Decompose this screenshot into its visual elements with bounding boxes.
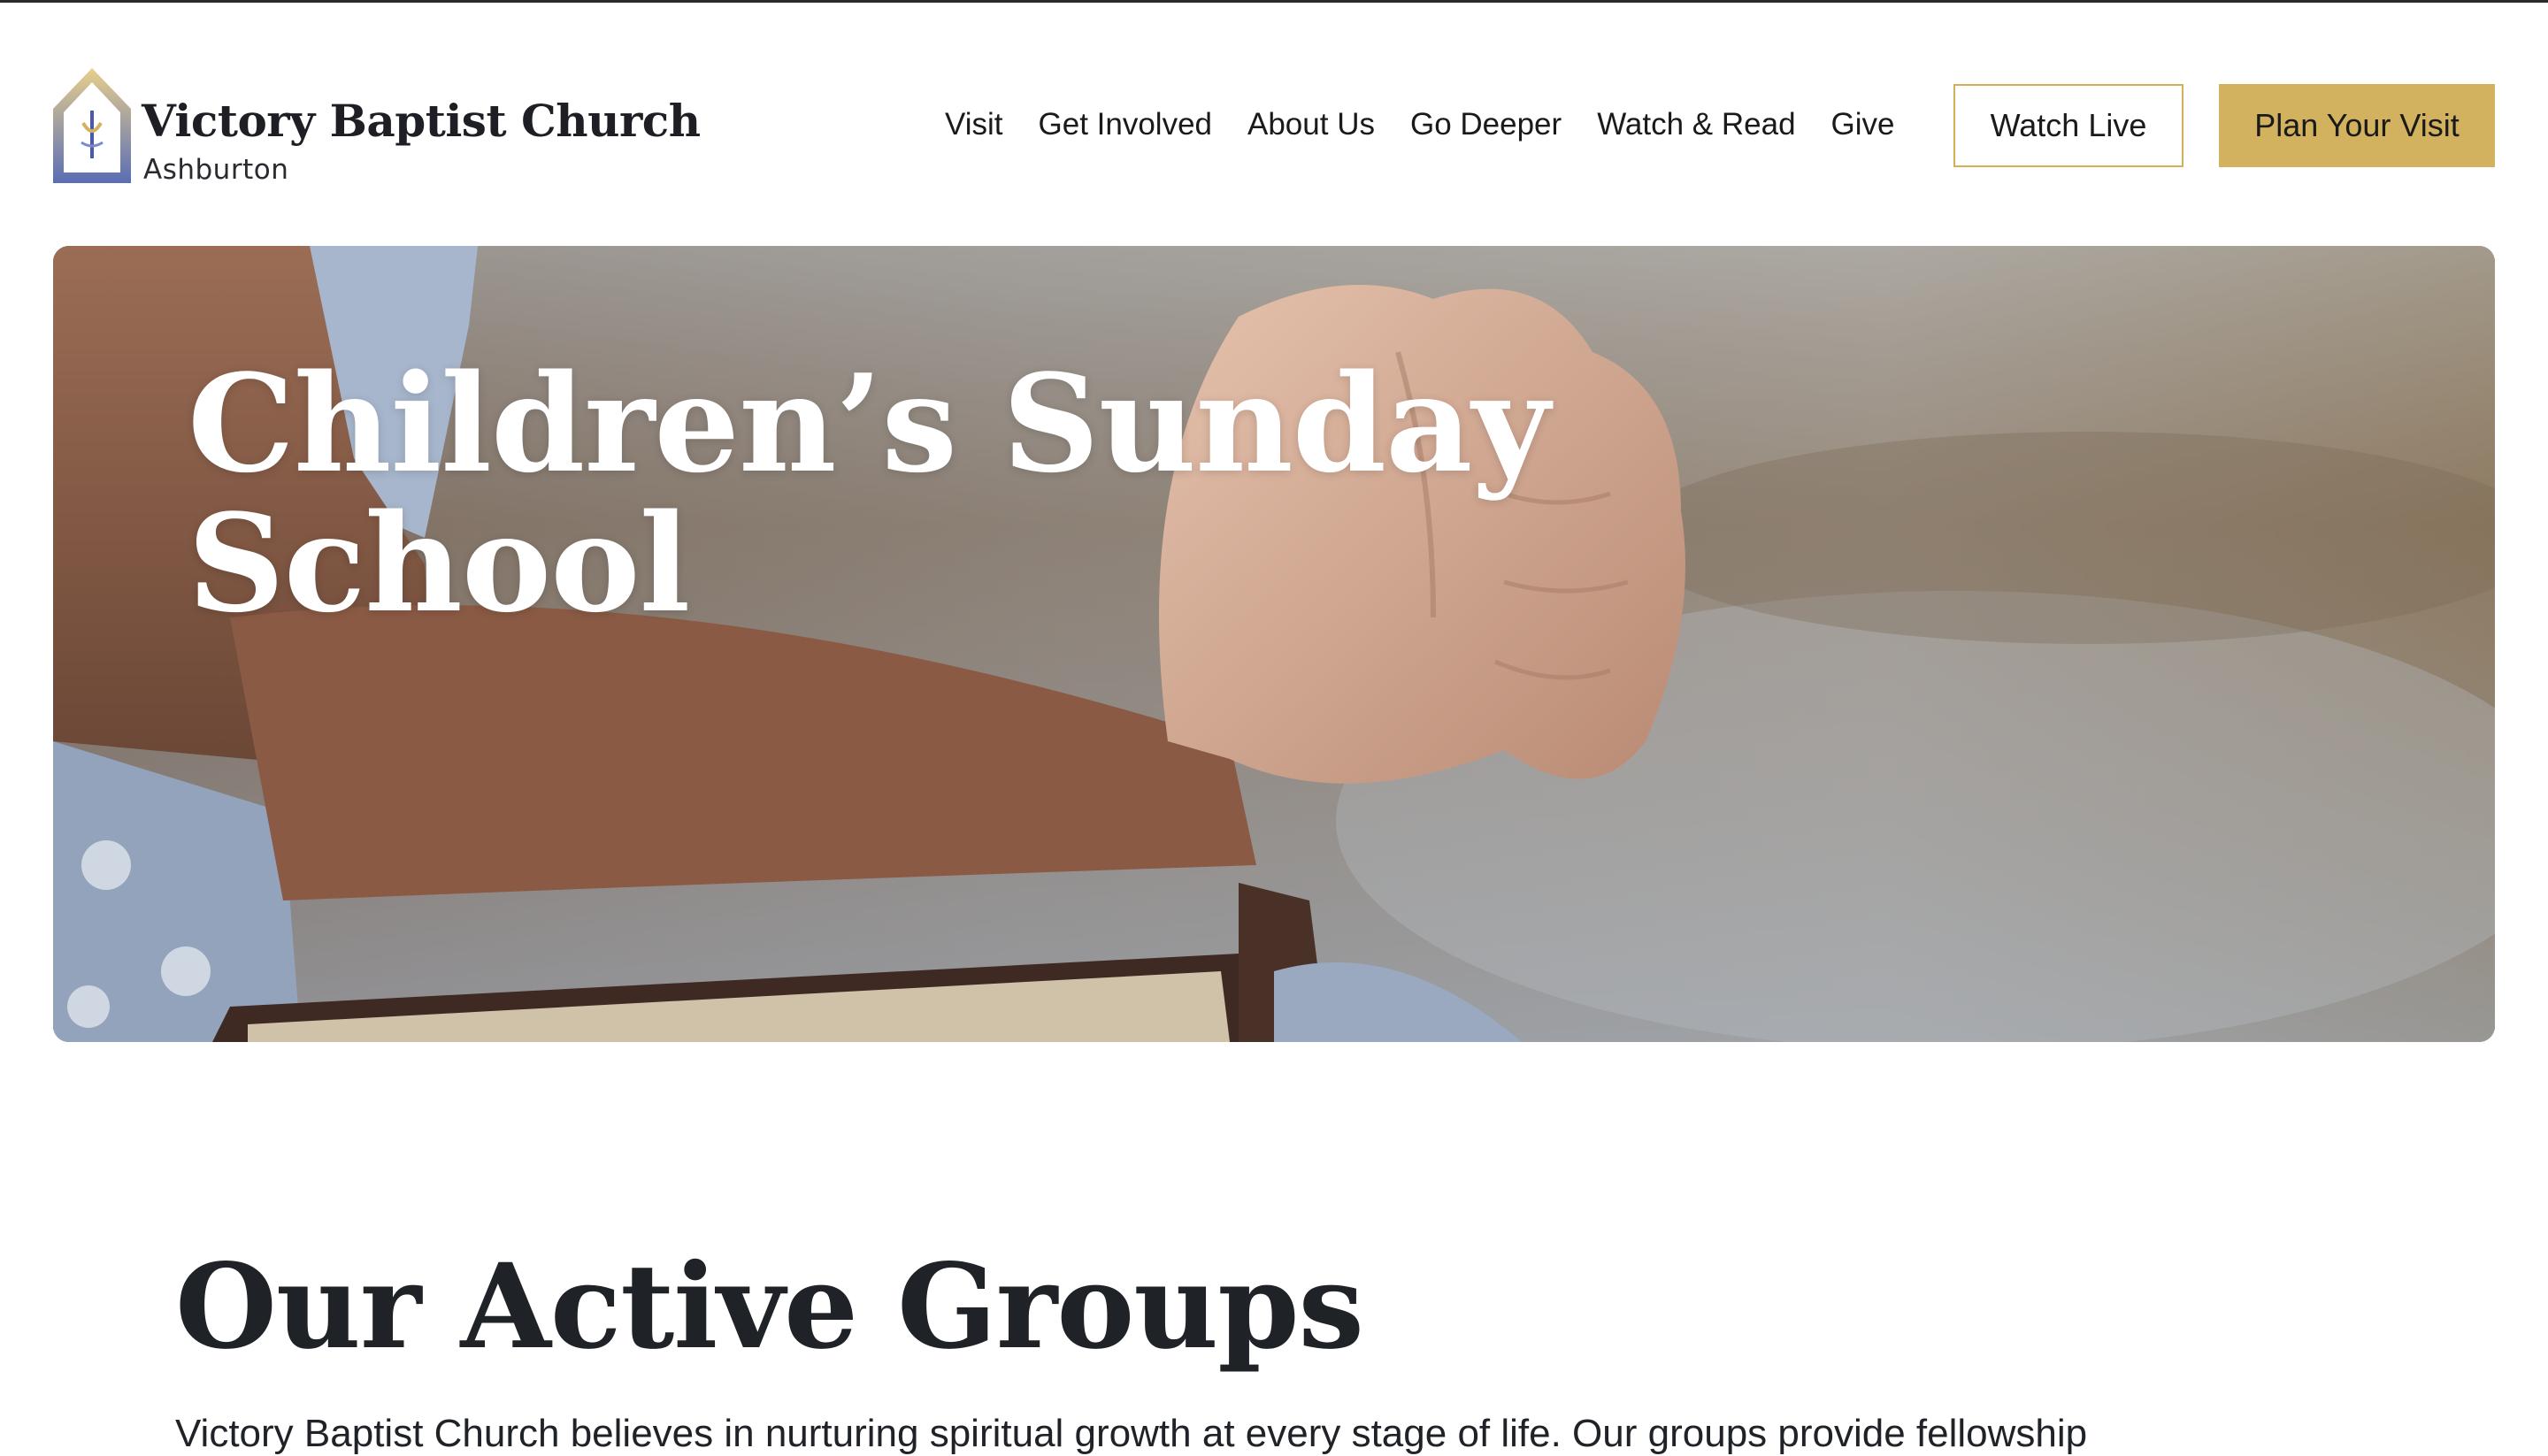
main-nav: Visit Get Involved About Us Go Deeper Wa… — [945, 84, 1930, 165]
nav-link-visit[interactable]: Visit — [945, 107, 1003, 142]
site-header: Victory Baptist Church Ashburton Visit G… — [0, 3, 2548, 241]
brand-location: Ashburton — [143, 154, 289, 186]
nav-link-give[interactable]: Give — [1831, 107, 1895, 142]
groups-heading: Our Active Groups — [175, 1238, 1364, 1376]
plan-your-visit-button[interactable]: Plan Your Visit — [2219, 84, 2495, 167]
nav-link-go-deeper[interactable]: Go Deeper — [1410, 107, 1562, 142]
nav-link-about-us[interactable]: About Us — [1247, 107, 1375, 142]
nav-link-watch-read[interactable]: Watch & Read — [1597, 107, 1795, 142]
brand-name: Victory Baptist Church — [142, 95, 701, 147]
brand-home-link[interactable]: Victory Baptist Church Ashburton — [51, 66, 701, 190]
groups-intro-text: Victory Baptist Church believes in nurtu… — [175, 1412, 2088, 1455]
hero-title-line2: School — [188, 484, 690, 642]
hero-title: Children’s Sunday School — [188, 354, 1692, 633]
hero-banner: Children’s Sunday School — [53, 246, 2495, 1042]
watch-live-button[interactable]: Watch Live — [1953, 84, 2183, 167]
nav-link-get-involved[interactable]: Get Involved — [1039, 107, 1213, 142]
church-logo-icon — [53, 68, 131, 183]
hero-title-line1: Children’s Sunday — [188, 344, 1550, 502]
